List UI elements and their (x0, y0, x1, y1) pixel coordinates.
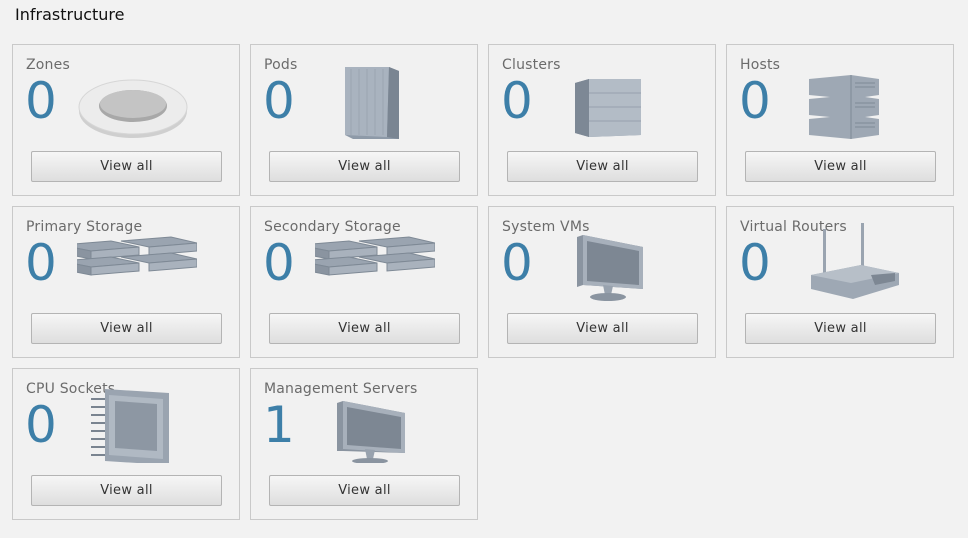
card-hosts: Hosts 0 View all (726, 44, 954, 196)
card-primary-storage: Primary Storage 0 View all (12, 206, 240, 358)
zone-icon (77, 61, 197, 139)
card-clusters: Clusters 0 View all (488, 44, 716, 196)
view-all-virtual-routers-button[interactable]: View all (745, 313, 936, 344)
system-vm-icon (553, 223, 673, 301)
view-all-cpu-sockets-button[interactable]: View all (31, 475, 222, 506)
card-title: Hosts (740, 57, 781, 73)
card-system-vms: System VMs 0 View all (488, 206, 716, 358)
host-icon (791, 61, 911, 139)
card-count: 0 (25, 234, 57, 292)
card-count: 0 (501, 234, 533, 292)
page-title: Infrastructure (15, 5, 125, 24)
cpu-socket-icon (77, 385, 197, 463)
card-count: 0 (263, 72, 295, 130)
view-all-zones-button[interactable]: View all (31, 151, 222, 182)
card-count: 1 (263, 396, 295, 454)
view-all-secondary-storage-button[interactable]: View all (269, 313, 460, 344)
card-management-servers: Management Servers 1 View all (250, 368, 478, 520)
management-server-icon (315, 385, 435, 463)
card-virtual-routers: Virtual Routers 0 View all (726, 206, 954, 358)
card-count: 0 (739, 234, 771, 292)
view-all-system-vms-button[interactable]: View all (507, 313, 698, 344)
card-title: Clusters (502, 57, 561, 73)
view-all-hosts-button[interactable]: View all (745, 151, 936, 182)
pod-icon (315, 61, 435, 139)
card-title: Pods (264, 57, 298, 73)
virtual-router-icon (791, 223, 911, 301)
card-count: 0 (263, 234, 295, 292)
view-all-clusters-button[interactable]: View all (507, 151, 698, 182)
primary-storage-icon (77, 223, 197, 301)
card-title: Zones (26, 57, 70, 73)
card-pods: Pods 0 View all (250, 44, 478, 196)
secondary-storage-icon (315, 223, 435, 301)
card-count: 0 (739, 72, 771, 130)
card-count: 0 (25, 72, 57, 130)
cluster-icon (553, 61, 673, 139)
view-all-pods-button[interactable]: View all (269, 151, 460, 182)
view-all-primary-storage-button[interactable]: View all (31, 313, 222, 344)
card-cpu-sockets: CPU Sockets 0 View all (12, 368, 240, 520)
view-all-management-servers-button[interactable]: View all (269, 475, 460, 506)
card-zones: Zones 0 View all (12, 44, 240, 196)
card-count: 0 (501, 72, 533, 130)
card-secondary-storage: Secondary Storage 0 View all (250, 206, 478, 358)
card-count: 0 (25, 396, 57, 454)
